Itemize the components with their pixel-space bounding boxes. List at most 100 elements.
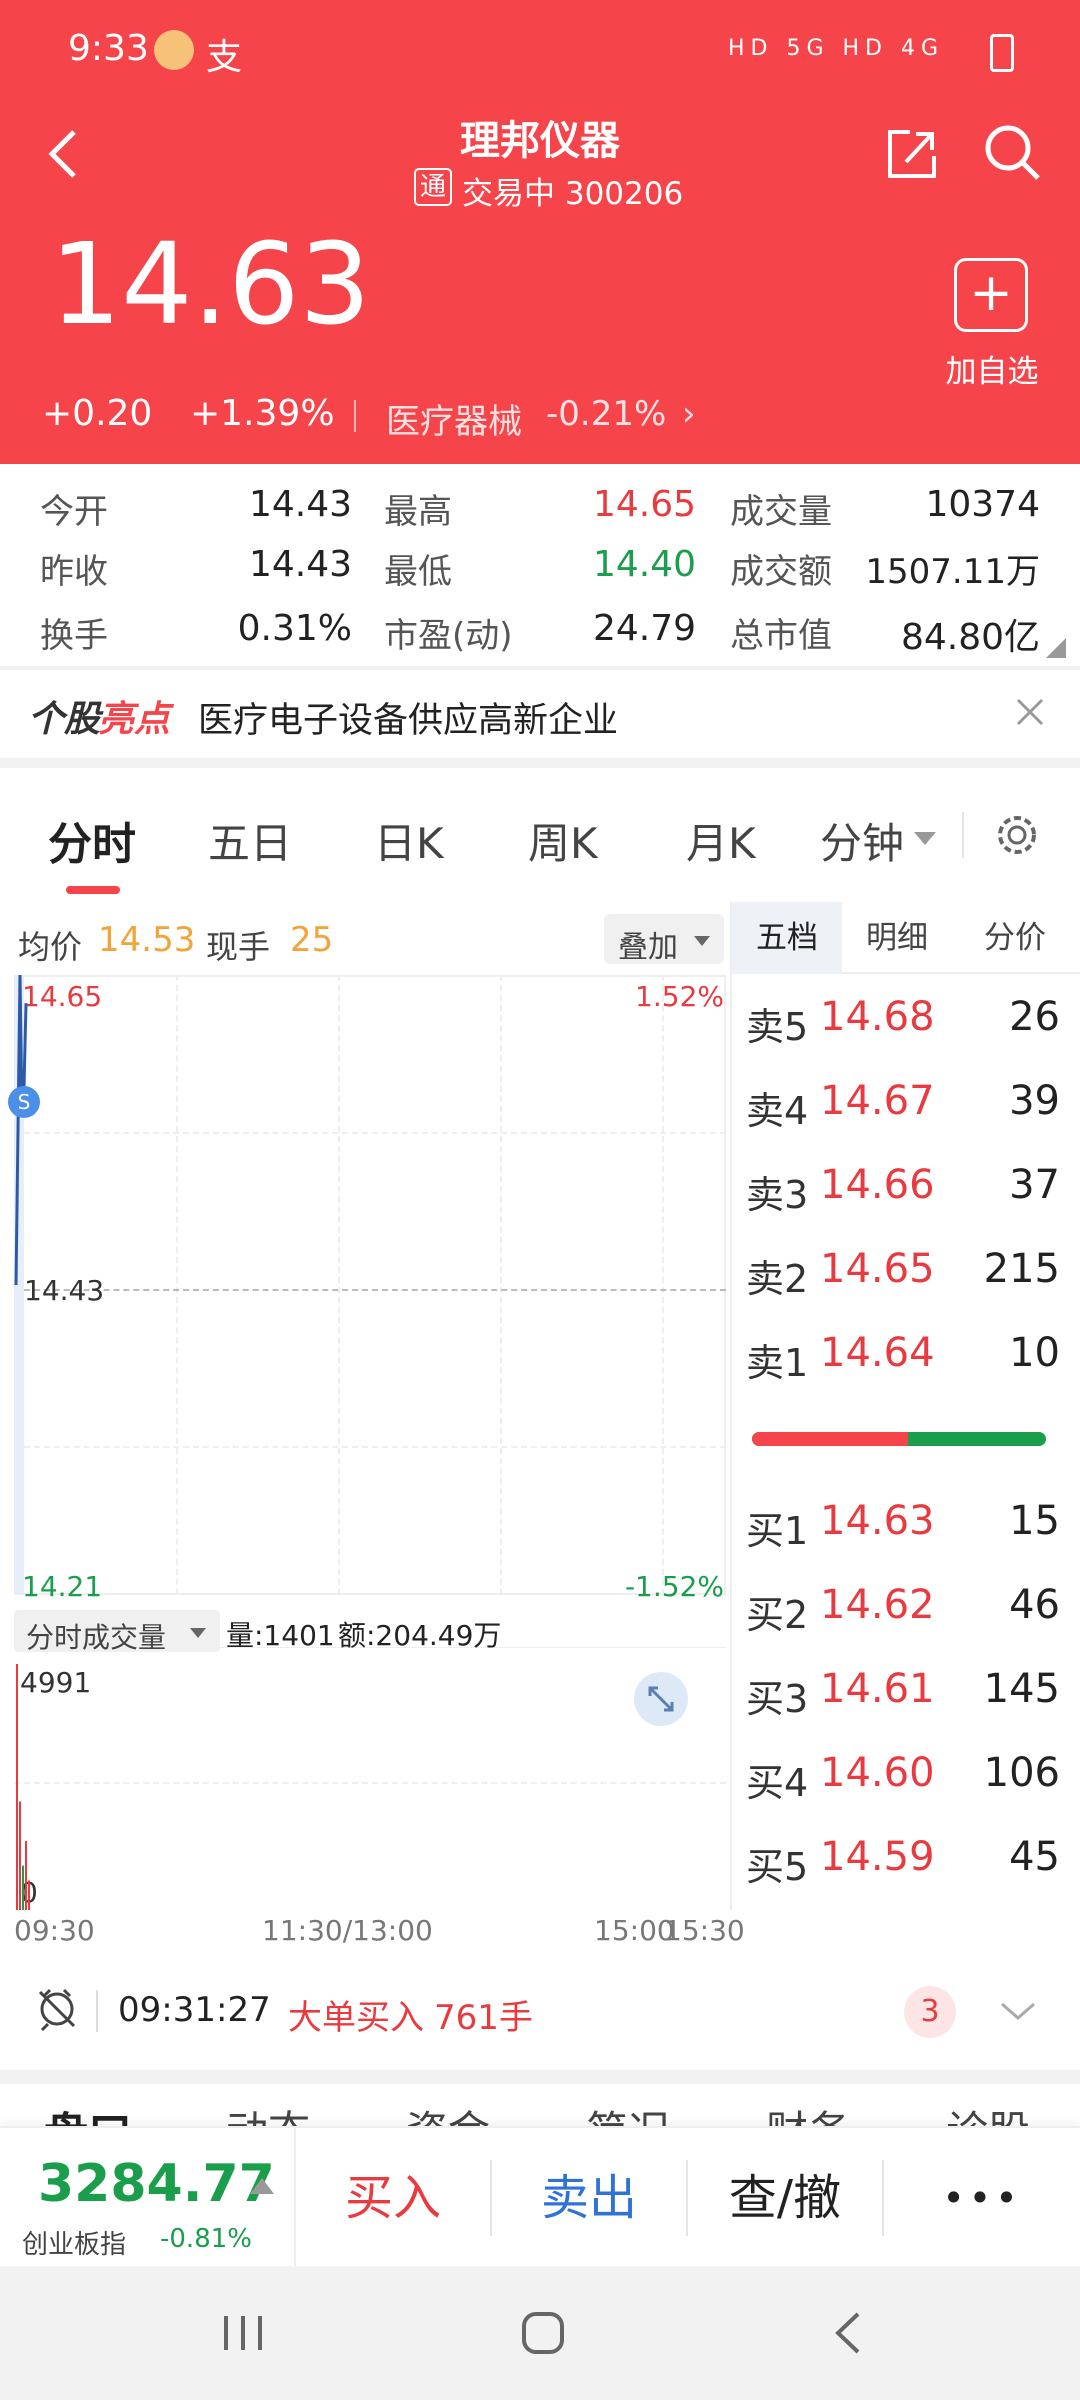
- sell-level-label: 卖5: [746, 1005, 809, 1049]
- sell-button[interactable]: 卖出: [492, 2128, 686, 2268]
- more-button[interactable]: •••: [884, 2128, 1080, 2268]
- back-nav-icon[interactable]: [822, 2306, 876, 2360]
- highlight-text: 医疗电子设备供应高新企业: [198, 701, 619, 741]
- stock-header: 9:33 支 HD 5G HD 4G 理邦仪器 通 交易中 300206 14.…: [0, 0, 1080, 464]
- sell-level-qty: 39: [1009, 1078, 1060, 1124]
- label-high: 最高: [384, 492, 452, 532]
- tab-five-day[interactable]: 五日: [208, 810, 292, 871]
- volume-bar: [19, 1801, 21, 1910]
- sector-link[interactable]: 医疗器械 -0.21% ›: [386, 394, 716, 442]
- sell-level-row[interactable]: 卖2 14.65 215: [732, 1230, 1080, 1314]
- buy-level-price: 14.60: [820, 1750, 935, 1796]
- network-status: HD 5G HD 4G: [728, 36, 945, 61]
- buy-level-label: 买5: [746, 1845, 809, 1889]
- tab-week-k[interactable]: 周K: [528, 810, 598, 871]
- share-button[interactable]: [882, 124, 942, 184]
- label-prev-close: 昨收: [40, 552, 108, 592]
- highlight-label-b: 亮点: [98, 699, 171, 740]
- home-icon[interactable]: [516, 2306, 570, 2360]
- tab-price-dist[interactable]: 分价: [952, 902, 1078, 974]
- alert-text: 大单买入: [288, 1998, 424, 2038]
- value-low: 14.40: [592, 544, 696, 585]
- highlight-banner[interactable]: 个股 亮点 医疗电子设备供应高新企业: [0, 670, 1080, 758]
- sell-signal-marker[interactable]: S: [8, 1086, 40, 1118]
- stats-panel: 今开 14.43 最高 14.65 成交量 10374 昨收 14.43 最低 …: [0, 464, 1080, 666]
- big-order-alert[interactable]: 09:31:27 大单买入 761手 3: [0, 1960, 1080, 2070]
- close-highlight-button[interactable]: [1012, 694, 1048, 730]
- tab-intraday[interactable]: 分时: [48, 808, 136, 872]
- index-ticker[interactable]: 3284.77 创业板指 -0.81%: [0, 2128, 294, 2268]
- sell-level-row[interactable]: 卖1 14.64 10: [732, 1314, 1080, 1398]
- tab-five-levels[interactable]: 五档: [732, 902, 842, 974]
- volume-bar-chart: [16, 1664, 30, 1910]
- sell-level-qty: 215: [983, 1246, 1060, 1292]
- alarm-icon: [38, 1988, 76, 2032]
- buy-level-qty: 46: [1009, 1582, 1060, 1628]
- search-icon: [985, 125, 1040, 180]
- buy-level-price: 14.63: [820, 1498, 935, 1544]
- tong-badge: 通: [414, 168, 452, 206]
- sell-level-qty: 26: [1009, 994, 1060, 1040]
- add-favorite-button[interactable]: +: [954, 258, 1028, 332]
- sell-level-row[interactable]: 卖5 14.68 26: [732, 978, 1080, 1062]
- value-amount: 1507.11万: [865, 552, 1040, 592]
- value-prev-close: 14.43: [248, 544, 352, 585]
- buy-level-qty: 45: [1009, 1834, 1060, 1880]
- label-mcap: 总市值: [730, 616, 832, 656]
- buy-level-row[interactable]: 买5 14.59 45: [732, 1818, 1080, 1902]
- overlay-dropdown[interactable]: 叠加: [604, 914, 724, 965]
- overlay-label: 叠加: [618, 930, 678, 965]
- divider: [354, 400, 356, 432]
- recent-apps-icon[interactable]: [216, 2306, 270, 2360]
- status-time: 9:33: [68, 28, 149, 69]
- app-notification-icon: [154, 30, 194, 70]
- divider: [962, 812, 964, 858]
- sell-level-label: 卖2: [746, 1257, 809, 1301]
- sell-level-row[interactable]: 卖4 14.67 39: [732, 1062, 1080, 1146]
- buy-level-price: 14.62: [820, 1582, 935, 1628]
- buy-level-row[interactable]: 买1 14.63 15: [732, 1482, 1080, 1566]
- volume-bar: [22, 1865, 24, 1910]
- volume-bar: [16, 1664, 18, 1910]
- sell-level-price: 14.68: [820, 994, 935, 1040]
- triangle-up-icon: [250, 2178, 274, 2194]
- sell-level-price: 14.64: [820, 1330, 935, 1376]
- buy-button[interactable]: 买入: [296, 2128, 490, 2268]
- sector-pct: -0.21%: [546, 394, 667, 434]
- chart-settings-button[interactable]: [994, 812, 1040, 858]
- buy-level-qty: 145: [983, 1666, 1060, 1712]
- fullscreen-button[interactable]: [634, 1672, 688, 1726]
- battery-icon: [990, 34, 1014, 72]
- dropdown-arrow-icon: [914, 832, 936, 845]
- volume-type-dropdown[interactable]: 分时成交量: [14, 1610, 220, 1654]
- value-mcap: 84.80亿: [900, 617, 1040, 658]
- tab-minute[interactable]: 分钟: [820, 810, 904, 871]
- query-cancel-button[interactable]: 查/撤: [688, 2128, 882, 2268]
- value-high: 14.65: [592, 484, 696, 525]
- sell-level-price: 14.66: [820, 1162, 935, 1208]
- chevron-down-icon[interactable]: [996, 1996, 1040, 2026]
- label-amount: 成交额: [730, 552, 832, 592]
- alert-qty: 761手: [434, 1998, 533, 2038]
- sell-level-row[interactable]: 卖3 14.66 37: [732, 1146, 1080, 1230]
- tab-day-k[interactable]: 日K: [374, 810, 444, 871]
- value-turnover: 0.31%: [237, 608, 352, 649]
- tab-month-k[interactable]: 月K: [686, 810, 756, 871]
- divider: [96, 1990, 98, 2032]
- dropdown-arrow-icon: [190, 1628, 206, 1638]
- alert-time: 09:31:27: [118, 1990, 271, 2030]
- expand-corner-icon[interactable]: [1046, 638, 1066, 658]
- buy-level-qty: 106: [983, 1750, 1060, 1796]
- label-volume: 成交量: [730, 492, 832, 532]
- search-button[interactable]: [982, 122, 1044, 184]
- volume-bar: [28, 1880, 30, 1910]
- buy-level-row[interactable]: 买2 14.62 46: [732, 1566, 1080, 1650]
- buy-level-row[interactable]: 买4 14.60 106: [732, 1734, 1080, 1818]
- buy-level-price: 14.61: [820, 1666, 935, 1712]
- price-change: +0.20: [42, 393, 153, 434]
- buy-level-row[interactable]: 买3 14.61 145: [732, 1650, 1080, 1734]
- buy-level-price: 14.59: [820, 1834, 935, 1880]
- tab-details[interactable]: 明细: [842, 902, 952, 974]
- sell-level-qty: 37: [1009, 1162, 1060, 1208]
- alert-count-badge: 3: [904, 1986, 956, 2038]
